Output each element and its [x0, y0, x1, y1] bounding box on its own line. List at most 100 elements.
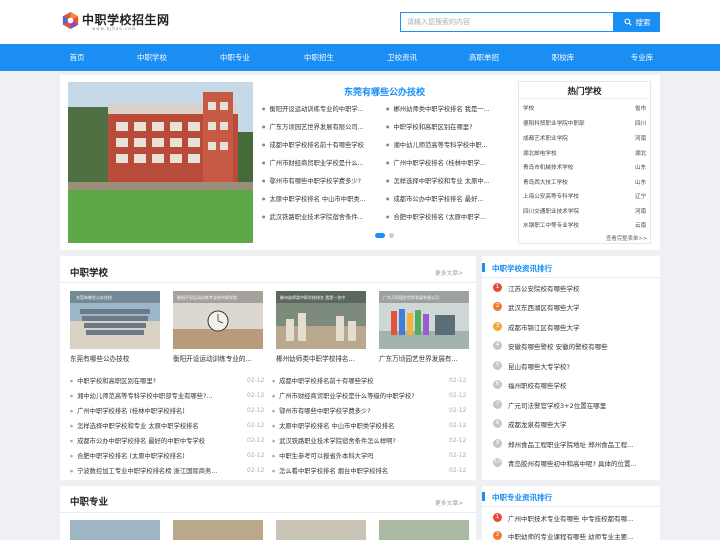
- nav-admissions[interactable]: 中职招生: [289, 44, 349, 71]
- list-item[interactable]: 成都中职学校排名前十有哪些学校: [272, 376, 440, 385]
- thumb-image[interactable]: [70, 520, 160, 540]
- rank-number: 4: [493, 341, 502, 350]
- headline-link[interactable]: 武汉铁路职业技术学院宿舍条件...: [262, 212, 378, 221]
- headline-link[interactable]: 鄂州市有哪些中职学校学费多少?: [262, 176, 378, 185]
- list-item[interactable]: 宁波数控加工专业中职学校排名榜 浙江国际商务...: [70, 466, 232, 475]
- divider: [482, 506, 660, 507]
- thumb-caption[interactable]: 东莞有哪些公办技校: [70, 353, 162, 363]
- list-item[interactable]: 中职生参考可以报省外本科大学吗: [272, 451, 440, 460]
- headline-link[interactable]: 合肥中职学校排名 (太原中职学...: [386, 212, 502, 221]
- more-link[interactable]: 更多文章>: [435, 268, 463, 277]
- hot-more-link[interactable]: 查看完整表单>>: [606, 234, 647, 242]
- slide-image[interactable]: [68, 82, 253, 243]
- thumb-image[interactable]: 广东万顷园艺世界发展有限公司: [379, 291, 469, 349]
- rank-item[interactable]: 江苏公安院校有哪些学校: [508, 283, 658, 293]
- rank-item[interactable]: 武汉东西湖区有哪些大学: [508, 302, 658, 312]
- list-item[interactable]: 广州中职学校排名 (桂林中职学校排名): [70, 406, 232, 415]
- list-item[interactable]: 广州市财经商贸职业学校是什么等级的中职学校?: [272, 391, 440, 400]
- thumb-caption[interactable]: 广东万顷园艺世界发展有...: [379, 353, 471, 363]
- list-date: 02-12: [449, 377, 467, 384]
- nav-major-library[interactable]: 专业库: [612, 44, 672, 71]
- headline-link[interactable]: 怎样选择中职学校和专业 太原中...: [386, 176, 502, 185]
- list-item[interactable]: 太原中职学校排名 中山市中职类学校排名: [272, 421, 440, 430]
- divider: [60, 512, 476, 513]
- headline-link[interactable]: 湘中幼儿师范高等专科学校中职...: [386, 140, 502, 149]
- hot-school-name[interactable]: 湖北邮电学校: [523, 149, 557, 157]
- carousel-dot[interactable]: [389, 233, 394, 238]
- hot-school-prov: 湖北: [635, 151, 647, 157]
- list-item[interactable]: 湘中幼儿师范高等专科学校中职部专业有哪些?...: [70, 391, 232, 400]
- rank-number: 6: [493, 380, 502, 389]
- logo-icon[interactable]: [61, 11, 80, 30]
- thumb-image[interactable]: [379, 520, 469, 540]
- carousel-dot-active[interactable]: [375, 233, 385, 238]
- nav-schools[interactable]: 中职学校: [122, 44, 182, 71]
- rank-number: 8: [493, 419, 502, 428]
- thumb-image[interactable]: 衡阳开设运动训练专业的中职学校: [173, 291, 263, 349]
- headline-link[interactable]: 成都市公办中职学校排名 最好...: [386, 194, 502, 203]
- nav-home[interactable]: 首页: [47, 44, 107, 71]
- list-item[interactable]: 鄂州市有哪些中职学校学费多少?: [272, 406, 440, 415]
- headline-link[interactable]: 太原中职学校排名 中山市中职类...: [262, 194, 378, 203]
- search-button[interactable]: 搜索: [614, 12, 660, 32]
- headline-link[interactable]: 广州中职学校排名 (桂林中职学...: [386, 158, 502, 167]
- hot-school-name[interactable]: 成都艺术职业学院: [523, 134, 568, 142]
- thumb-image[interactable]: 东莞有哪些公办技校: [70, 291, 160, 349]
- list-date: 02-12: [247, 407, 265, 414]
- rank-item[interactable]: 广元司法警官学校3+2位置在哪里: [508, 400, 658, 410]
- hot-school-name[interactable]: 水钢职工中等专业学校: [523, 221, 579, 229]
- rank-number: 5: [493, 361, 502, 370]
- rank-item[interactable]: 成都市锦江区有哪些大学: [508, 322, 658, 332]
- headline-link[interactable]: 广州市财经商贸职业学校是什么...: [262, 158, 378, 167]
- rank-item[interactable]: 昆山有哪些大专学校?: [508, 361, 658, 371]
- rank-item[interactable]: 青岛胶州有哪些初中和高中呢? 具体的位置...: [508, 458, 658, 468]
- headline-link[interactable]: 成都中职学校排名前十有哪些学校: [262, 140, 378, 149]
- list-item[interactable]: 怎样选择中职学校和专业 太原中职学校排名: [70, 421, 232, 430]
- thumb-image[interactable]: [276, 520, 366, 540]
- rank-item[interactable]: 郑州食品工程职业学院地址 郑州食品工程...: [508, 439, 658, 449]
- search-input[interactable]: [401, 13, 613, 31]
- thumb-overlay-text: 郴州幼师类中职学校排名 我是一名中: [280, 294, 345, 300]
- rank-title: 中职专业资讯排行: [492, 493, 552, 502]
- rank-item[interactable]: 中职幼师的专业课程有哪些 幼师专业主要...: [508, 531, 658, 540]
- list-date: 02-12: [247, 452, 265, 459]
- rank-number: 10: [493, 458, 502, 467]
- nav-health-school[interactable]: 卫校资讯: [372, 44, 432, 71]
- list-item[interactable]: 成都市公办中职学校排名 最好的中职中专学校: [70, 436, 232, 445]
- rank-item[interactable]: 成都龙泉有哪些大学: [508, 419, 658, 429]
- feature-title[interactable]: 东莞有哪些公办技校: [262, 85, 507, 98]
- list-date: 02-12: [247, 377, 265, 384]
- list-item[interactable]: 怎么看中职学校排名 烟台中职学校排名: [272, 466, 440, 475]
- headline-link[interactable]: 广东万顷园艺世界发展有限公司...: [262, 122, 378, 131]
- rank-item[interactable]: 安徽有哪些警校 安徽的警校有哪些: [508, 341, 658, 351]
- hot-school-name[interactable]: 青岛市机械技术学校: [523, 163, 573, 171]
- hot-school-name[interactable]: 德阳科贸职业学院中职部: [523, 119, 585, 127]
- thumb-overlay-text: 东莞有哪些公办技校: [76, 294, 112, 300]
- list-item[interactable]: 合肥中职学校排名 (太原中职学校排名): [70, 451, 232, 460]
- hot-school-name[interactable]: 青岛西大技工学校: [523, 178, 568, 186]
- list-date: 02-12: [449, 452, 467, 459]
- hot-school-prov: 四川: [635, 121, 647, 127]
- list-item[interactable]: 中职学校和高职区别在哪里?: [70, 376, 232, 385]
- headline-link[interactable]: 中职学校和高职区别在哪里?: [386, 122, 502, 131]
- thumb-image[interactable]: [173, 520, 263, 540]
- divider: [518, 98, 651, 99]
- thumb-caption[interactable]: 衡阳开设运动训练专业的...: [173, 353, 265, 363]
- more-link[interactable]: 更多文章>: [435, 498, 463, 507]
- logo-subtitle: www.bjhao.com: [92, 26, 137, 31]
- headline-link[interactable]: 衡阳开设运动训练专业的中职学...: [262, 104, 378, 113]
- nav-majors[interactable]: 中职专业: [205, 44, 265, 71]
- rank-item[interactable]: 福州职校有哪些学校: [508, 380, 658, 390]
- hot-school-name[interactable]: 四川交通职业技术学院: [523, 207, 579, 215]
- thumb-image[interactable]: 郴州幼师类中职学校排名 我是一名中: [276, 291, 366, 349]
- thumb-overlay-text: 衡阳开设运动训练专业的中职学校: [177, 294, 237, 300]
- rank-item[interactable]: 广州中职技术专业有哪些 中专技校都有哪...: [508, 513, 658, 523]
- thumb-caption[interactable]: 郴州幼师类中职学校排名...: [276, 353, 368, 363]
- headline-link[interactable]: 郴州幼师类中职学校排名 我是一...: [386, 104, 502, 113]
- nav-vocational[interactable]: 高职单招: [454, 44, 514, 71]
- rank-title: 中职学校资讯排行: [492, 264, 552, 273]
- hot-school-name[interactable]: 上海公安高等专科学校: [523, 192, 579, 200]
- nav-school-library[interactable]: 职校库: [533, 44, 593, 71]
- rank-number: 7: [493, 400, 502, 409]
- list-item[interactable]: 武汉铁路职业技术学院宿舍条件怎么样啊?: [272, 436, 440, 445]
